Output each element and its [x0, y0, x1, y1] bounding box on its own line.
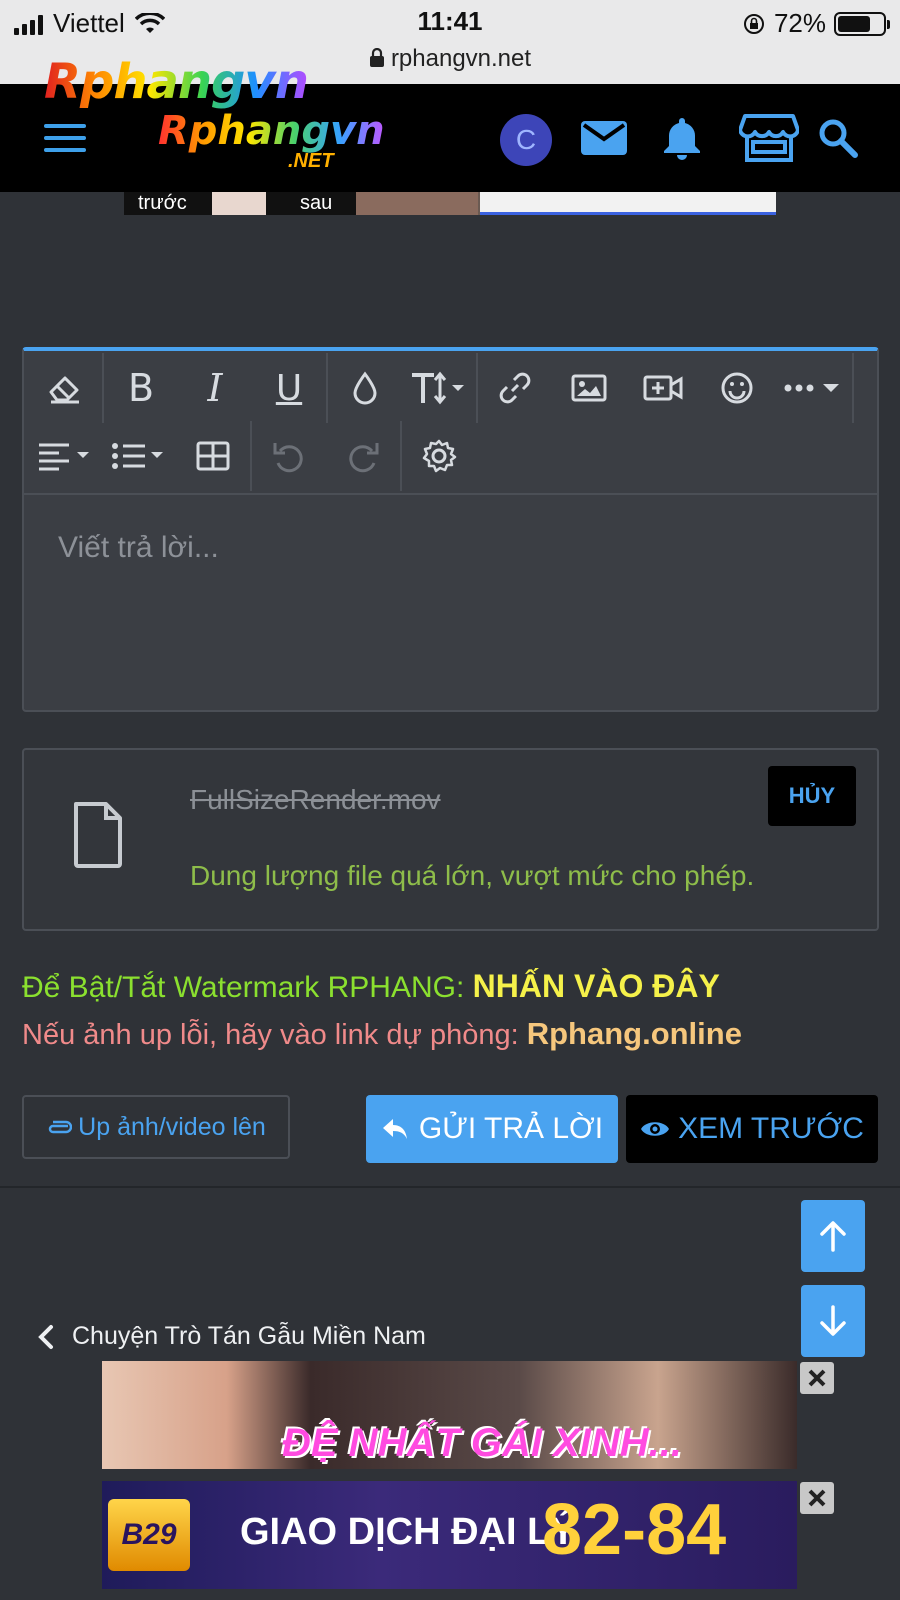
- reply-textarea[interactable]: [24, 495, 877, 601]
- settings-icon[interactable]: [402, 427, 476, 485]
- upload-label: Up ảnh/video lên: [78, 1112, 266, 1141]
- bold-icon[interactable]: B: [104, 359, 178, 417]
- ad2-close-icon[interactable]: [800, 1482, 834, 1514]
- fallback-link[interactable]: Rphang.online: [527, 1016, 742, 1051]
- ad2-logo: B29: [108, 1499, 190, 1571]
- reply-textarea-wrap: [24, 493, 877, 709]
- site-logo-overlay[interactable]: Rphangvn: [44, 54, 309, 110]
- align-icon[interactable]: [28, 427, 102, 485]
- reply-label: GỬI TRẢ LỜI: [418, 1112, 604, 1145]
- ad-label-before: trước: [138, 192, 187, 214]
- ad-label-after: sau: [300, 192, 333, 214]
- watermark-toggle-link[interactable]: NHẤN VÀO ĐÂY: [473, 968, 720, 1004]
- ad1-text: ĐỆ NHẤT GÁI XINH...: [282, 1421, 683, 1465]
- text-color-icon[interactable]: [328, 359, 402, 417]
- editor-toolbar-row-2: [28, 421, 476, 491]
- site-logo[interactable]: Rphangvn .NET: [158, 108, 385, 172]
- video-icon[interactable]: [626, 359, 700, 417]
- store-icon[interactable]: [738, 112, 800, 164]
- reply-editor: B I U: [22, 347, 879, 712]
- undo-icon[interactable]: [252, 427, 326, 485]
- lock-icon: [369, 48, 384, 67]
- smiley-icon[interactable]: [700, 359, 774, 417]
- ad-banner-1[interactable]: ĐỆ NHẤT GÁI XINH...: [102, 1361, 797, 1469]
- battery-percent: 72%: [773, 8, 826, 38]
- ad-banner-top[interactable]: trước sau: [124, 192, 776, 215]
- redo-icon[interactable]: [326, 427, 400, 485]
- ad1-close-icon[interactable]: [800, 1362, 834, 1394]
- mail-icon[interactable]: [578, 112, 630, 164]
- clear-format-icon[interactable]: [28, 359, 102, 417]
- list-icon[interactable]: [102, 427, 176, 485]
- watermark-notice: Để Bật/Tắt Watermark RPHANG: NHẤN VÀO ĐÂ…: [22, 968, 720, 1005]
- status-bar: Viettel 11:41 72%: [0, 0, 900, 44]
- eye-icon: [641, 1122, 670, 1136]
- search-icon[interactable]: [812, 112, 864, 164]
- section-divider: [0, 1186, 900, 1188]
- breadcrumb[interactable]: Chuyện Trò Tán Gẫu Miền Nam: [36, 1322, 426, 1351]
- attachment-filename: FullSizeRender.mov: [190, 784, 441, 815]
- ad2-text: GIAO DỊCH ĐẠI LÝ: [240, 1511, 576, 1553]
- battery-icon: [834, 11, 890, 36]
- italic-icon[interactable]: I: [178, 359, 252, 417]
- site-logo-text: Rphangvn: [158, 108, 385, 154]
- breadcrumb-forum: Chuyện Trò Tán Gẫu Miền Nam: [72, 1322, 426, 1350]
- reply-icon: [382, 1119, 407, 1139]
- scroll-up-button[interactable]: [801, 1200, 865, 1272]
- link-icon[interactable]: [478, 359, 552, 417]
- attachment-error: Dung lượng file quá lớn, vượt mức cho ph…: [190, 860, 755, 891]
- avatar[interactable]: C: [500, 114, 552, 166]
- scroll-down-button[interactable]: [801, 1285, 865, 1357]
- table-icon[interactable]: [176, 427, 250, 485]
- fallback-text: Nếu ảnh up lỗi, hãy vào link dự phòng:: [22, 1019, 527, 1051]
- preview-button[interactable]: XEM TRƯỚC: [626, 1095, 878, 1163]
- more-options-icon[interactable]: [774, 359, 852, 417]
- ad-banner-2[interactable]: B29 GIAO DỊCH ĐẠI LÝ 82-84: [102, 1481, 797, 1589]
- image-icon[interactable]: [552, 359, 626, 417]
- bell-icon[interactable]: [656, 112, 708, 164]
- file-icon: [74, 802, 122, 868]
- menu-icon[interactable]: [44, 124, 86, 152]
- upload-media-button[interactable]: Up ảnh/video lên: [22, 1095, 290, 1159]
- ad2-number: 82-84: [542, 1490, 727, 1570]
- watermark-text: Để Bật/Tắt Watermark RPHANG:: [22, 971, 473, 1004]
- attachment-item: FullSizeRender.mov Dung lượng file quá l…: [22, 748, 879, 931]
- orientation-lock-icon: [743, 13, 764, 34]
- cancel-upload-button[interactable]: HỦY: [768, 766, 856, 826]
- arrow-up-icon: [820, 1221, 846, 1252]
- underline-icon[interactable]: U: [252, 359, 326, 417]
- post-reply-button[interactable]: GỬI TRẢ LỜI: [366, 1095, 618, 1163]
- chevron-left-icon: [38, 1324, 53, 1349]
- preview-label: XEM TRƯỚC: [678, 1112, 864, 1145]
- site-logo-net: .NET: [288, 150, 334, 172]
- arrow-down-icon: [820, 1305, 846, 1336]
- fallback-notice: Nếu ảnh up lỗi, hãy vào link dự phòng: R…: [22, 1016, 742, 1052]
- font-size-icon[interactable]: [402, 359, 476, 417]
- status-right: 72%: [742, 8, 890, 39]
- paperclip-icon: [48, 1120, 73, 1134]
- editor-toolbar-row-1: B I U: [28, 353, 854, 423]
- url-text: rphangvn.net: [390, 45, 532, 72]
